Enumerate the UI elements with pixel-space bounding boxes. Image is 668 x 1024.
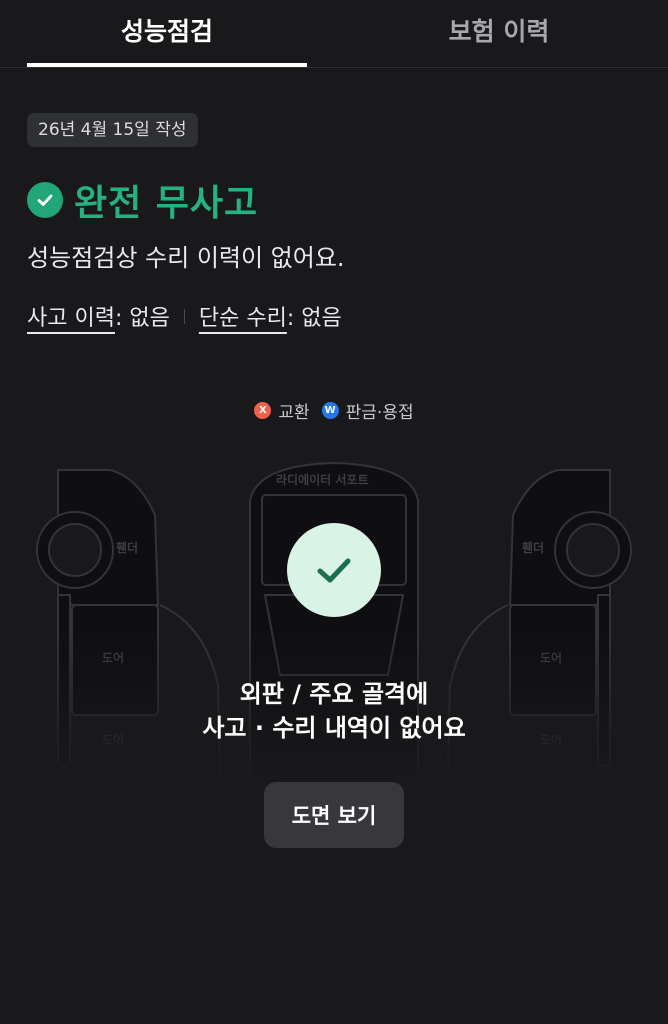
check-icon bbox=[287, 523, 381, 617]
fender-right-label: 휀더 bbox=[522, 541, 545, 555]
accident-history-label[interactable]: 사고 이력 bbox=[27, 300, 115, 332]
status-description: 성능점검상 수리 이력이 없어요. bbox=[27, 244, 345, 272]
tab-performance-check[interactable]: 성능점검 bbox=[27, 0, 307, 67]
welding-badge-icon: W bbox=[321, 402, 339, 419]
accident-history-value: : 없음 bbox=[114, 306, 170, 331]
legend: X 교환 W 판금·용접 bbox=[0, 398, 668, 423]
check-circle-icon bbox=[27, 182, 63, 218]
simple-repair-label[interactable]: 단순 수리 bbox=[199, 300, 287, 332]
active-tab-indicator bbox=[27, 63, 307, 67]
tab-insurance-history[interactable]: 보험 이력 bbox=[358, 0, 640, 67]
history-summary: 사고 이력 : 없음 단순 수리 : 없음 bbox=[27, 300, 342, 332]
legend-item-exchange: X 교환 bbox=[254, 398, 310, 423]
divider bbox=[183, 308, 185, 324]
simple-repair-value: : 없음 bbox=[286, 306, 342, 331]
report-date-badge: 26년 4월 15일 작성 bbox=[27, 113, 198, 147]
exchange-badge-icon: X bbox=[254, 402, 272, 419]
door-right-label: 도어 bbox=[540, 651, 563, 665]
no-repair-message-line1: 외판 / 주요 골격에 bbox=[239, 680, 429, 708]
radiator-support-label: 라디에이터 서포트 bbox=[276, 473, 369, 487]
status-header: 완전 무사고 bbox=[27, 176, 258, 224]
tab-bar: 성능점검 보험 이력 bbox=[0, 0, 668, 68]
fender-left-label: 휀더 bbox=[116, 541, 139, 555]
door-left-label: 도어 bbox=[102, 651, 125, 665]
status-title: 완전 무사고 bbox=[74, 183, 259, 224]
no-repair-message-line2: 사고 · 수리 내역이 없어요 bbox=[202, 714, 466, 742]
legend-label: 교환 bbox=[278, 403, 310, 423]
view-diagram-button[interactable]: 도면 보기 bbox=[264, 782, 404, 848]
legend-label: 판금·용접 bbox=[345, 403, 414, 423]
legend-item-welding: W 판금·용접 bbox=[321, 398, 414, 423]
